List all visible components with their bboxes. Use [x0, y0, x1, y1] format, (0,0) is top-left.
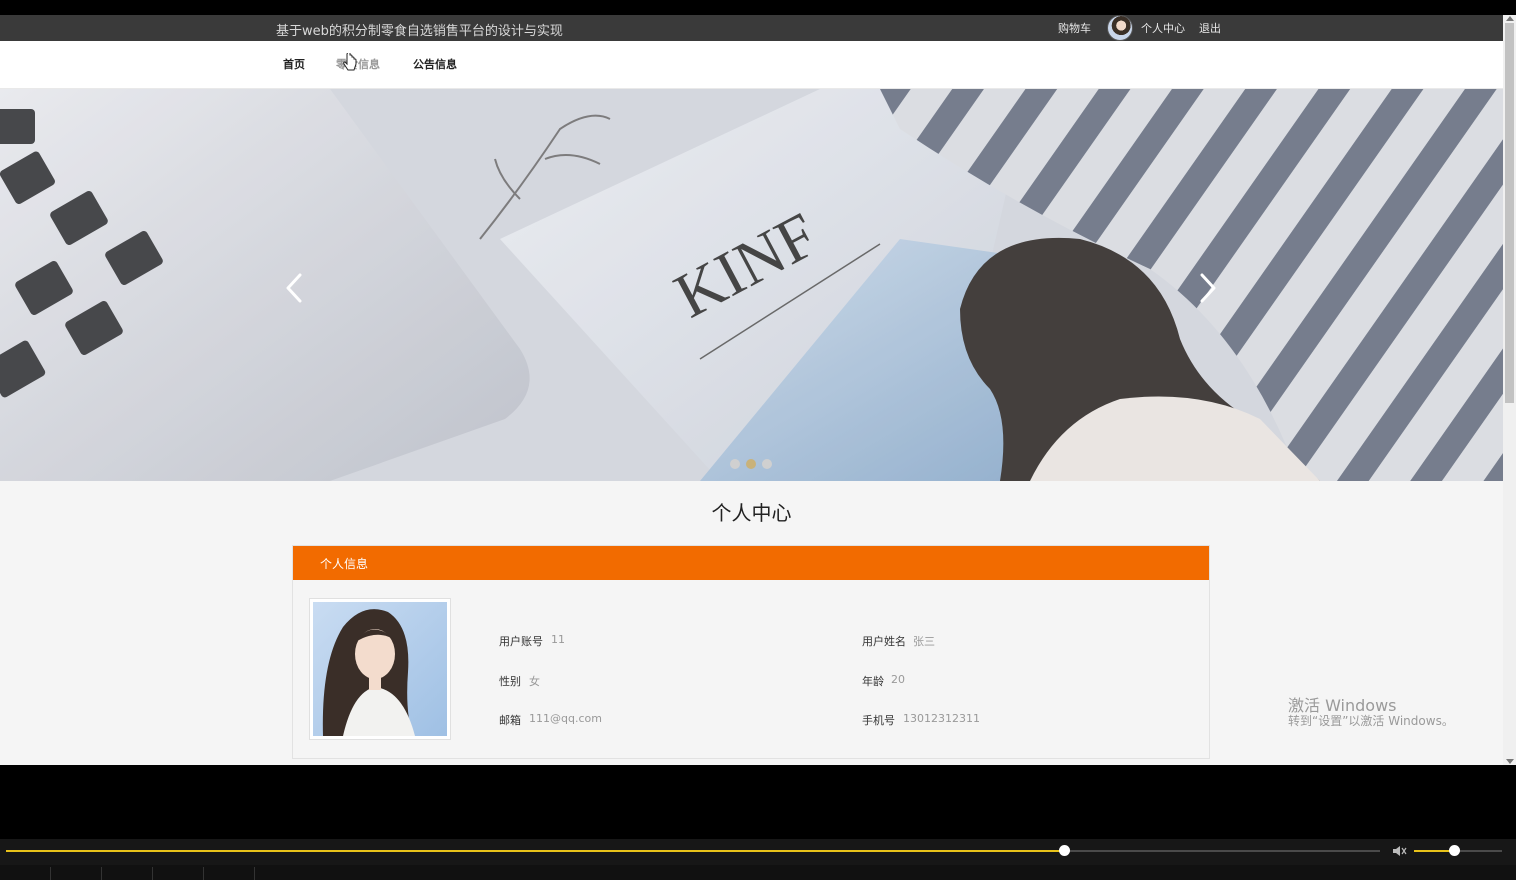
strip-cell [51, 867, 102, 880]
profile-photo [309, 598, 451, 740]
top-bar: 基于web的积分制零食自选销售平台的设计与实现 购物车 个人中心 退出 [0, 15, 1503, 41]
volume-handle[interactable] [1448, 845, 1460, 856]
site-title: 基于web的积分制零食自选销售平台的设计与实现 [276, 24, 563, 39]
hand-cursor-icon [343, 53, 357, 71]
profile-photo-image [313, 602, 447, 736]
strip-cell [0, 867, 51, 880]
video-player-controls [0, 839, 1516, 880]
page-scrollbar[interactable] [1503, 15, 1516, 765]
top-letterbox [0, 0, 1516, 15]
cart-link[interactable]: 购物车 [1058, 20, 1091, 36]
volume-level [1414, 850, 1454, 852]
age-label: 年龄 [862, 675, 884, 688]
nav-item-home[interactable]: 首页 [283, 56, 305, 72]
nav-item-notices[interactable]: 公告信息 [413, 56, 457, 72]
profile-card-title: 个人信息 [320, 557, 369, 571]
carousel-indicators [730, 459, 772, 469]
profile-card-header: 个人信息 [293, 546, 1209, 580]
scroll-up-arrow-icon[interactable] [1506, 16, 1514, 21]
gender-label: 性别 [499, 675, 521, 688]
carousel-image: KINF [0, 89, 1503, 481]
top-user-menu: 购物车 个人中心 退出 [1058, 15, 1221, 41]
name-value: 张三 [913, 635, 935, 648]
page-title: 个人中心 [711, 501, 792, 525]
windows-activation-hint: 转到“设置”以激活 Windows。 [1288, 714, 1454, 728]
account-value: 11 [551, 633, 565, 646]
strip-cell [102, 867, 153, 880]
browser-viewport: 基于web的积分制零食自选销售平台的设计与实现 购物车 个人中心 退出 首页 零… [0, 15, 1503, 765]
avatar[interactable] [1107, 15, 1133, 41]
bottom-strip [0, 865, 1516, 880]
carousel-next-arrow-icon[interactable] [1196, 271, 1220, 305]
scroll-down-arrow-icon[interactable] [1506, 759, 1514, 764]
seek-bar[interactable] [6, 845, 1380, 856]
user-center-link[interactable]: 个人中心 [1141, 20, 1185, 36]
age-value: 20 [891, 673, 905, 686]
phone-value: 13012312311 [903, 712, 980, 725]
carousel-dot[interactable] [762, 459, 772, 469]
email-label: 邮箱 [499, 714, 521, 727]
carousel-dot[interactable] [730, 459, 740, 469]
phone-label: 手机号 [862, 714, 895, 727]
scroll-thumb[interactable] [1505, 23, 1514, 403]
account-label: 用户账号 [499, 635, 543, 648]
gender-value: 女 [529, 675, 540, 688]
name-label: 用户姓名 [862, 635, 906, 648]
strip-cell [204, 867, 255, 880]
hero-carousel[interactable]: KINF [0, 89, 1503, 481]
strip-cell [153, 867, 204, 880]
seek-handle[interactable] [1058, 845, 1070, 856]
carousel-dot-active[interactable] [746, 459, 756, 469]
profile-card: 个人信息 用户账号 11 用户姓名 张三 性别 女 年龄 20 邮箱 111@q… [292, 545, 1210, 759]
main-nav: 首页 零食信息 公告信息 [0, 41, 1503, 89]
email-value: 111@qq.com [529, 712, 602, 725]
volume-icon[interactable] [1392, 844, 1408, 858]
volume-slider[interactable] [1414, 845, 1502, 856]
carousel-prev-arrow-icon[interactable] [282, 271, 306, 305]
seek-progress [6, 850, 1064, 852]
logout-link[interactable]: 退出 [1199, 20, 1221, 36]
